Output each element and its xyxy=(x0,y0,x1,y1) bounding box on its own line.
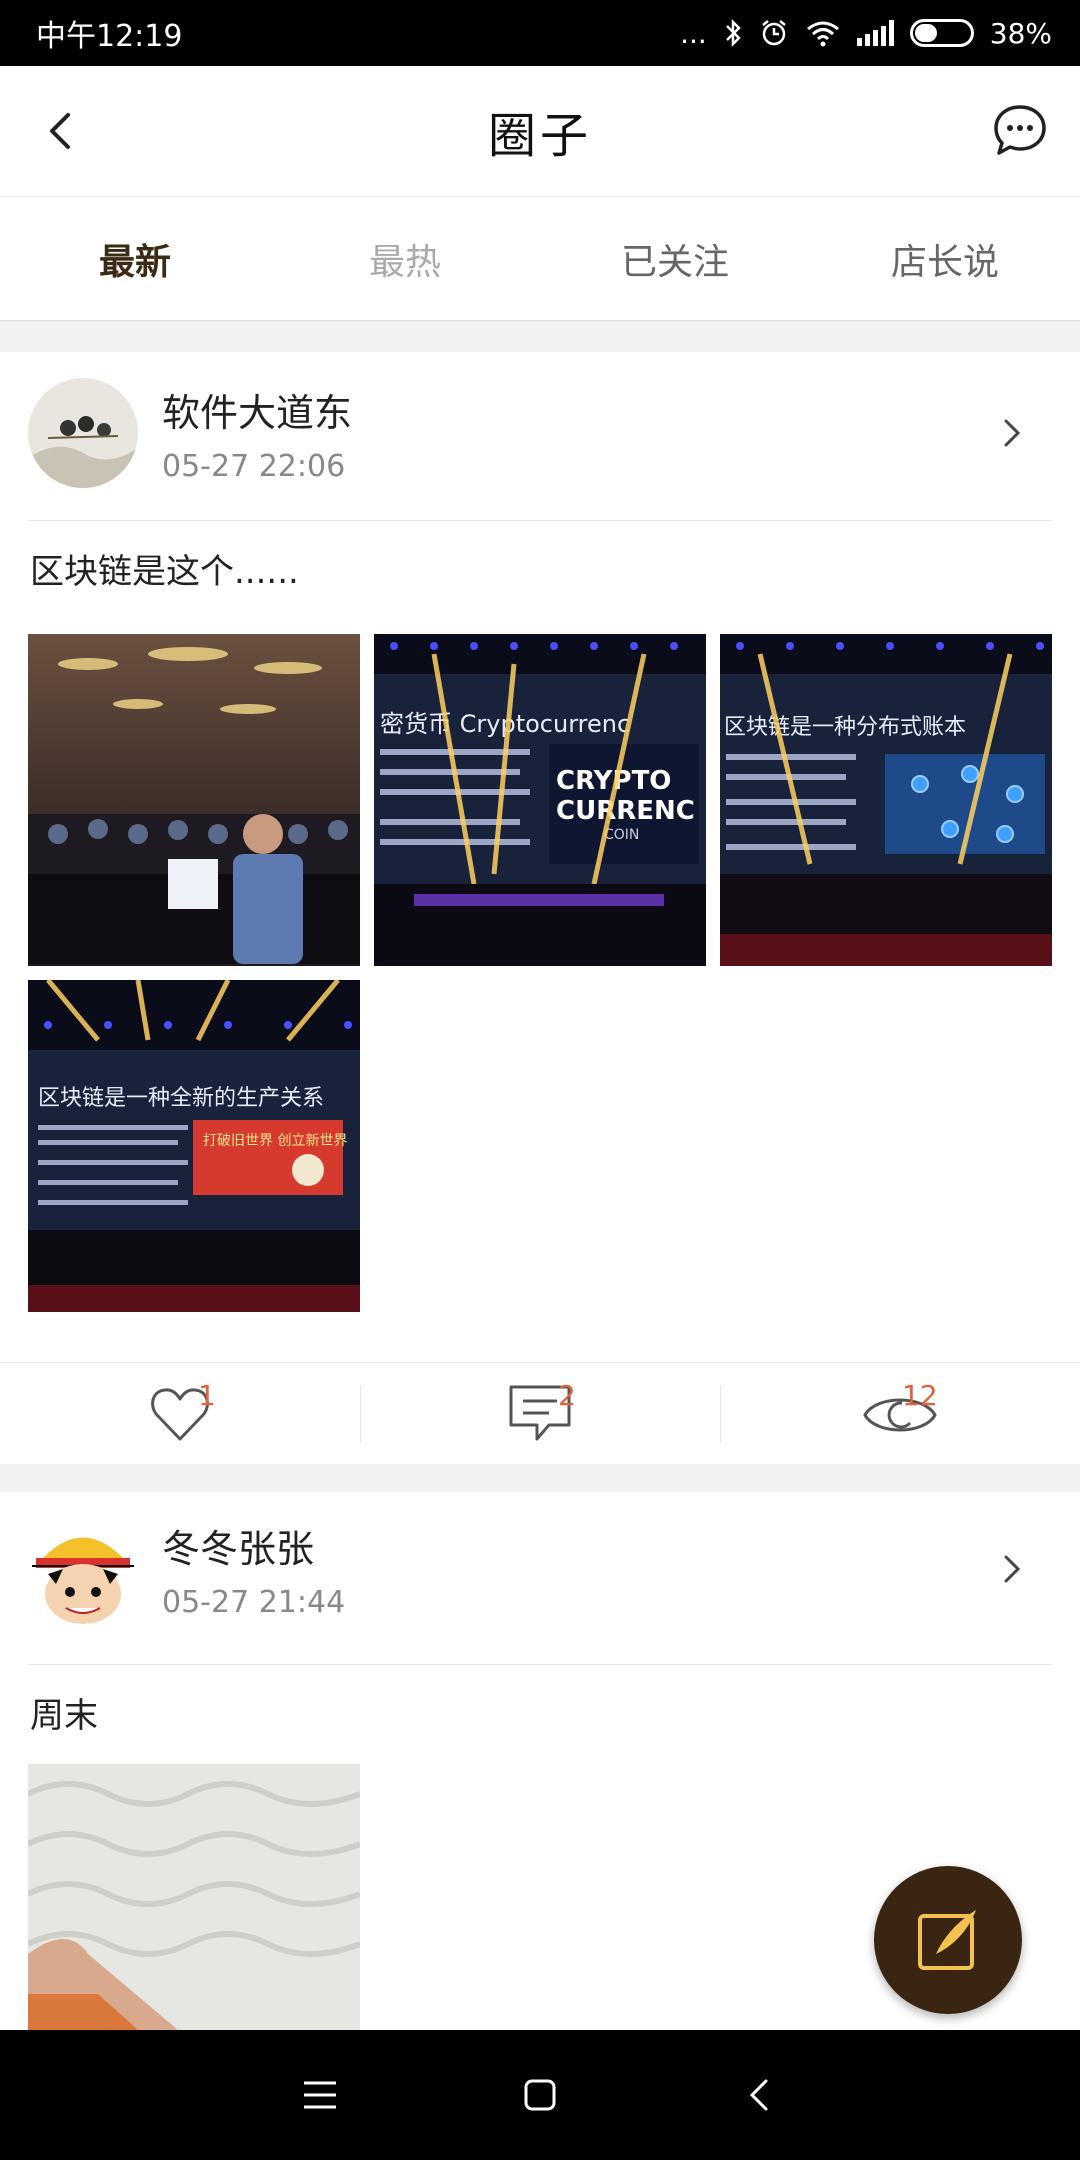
image-text-coin: COIN xyxy=(604,827,639,843)
author-name: 冬冬张张 xyxy=(162,1527,315,1571)
comment-count: 2 xyxy=(558,1379,576,1412)
post-card: 软件大道东 05-27 22:06 区块链是这个...... 密货币 Crypt… xyxy=(0,352,1080,1464)
author-name: 软件大道东 xyxy=(162,391,353,435)
tab-bar: 最新 最热 已关注 店长说 xyxy=(0,196,1080,321)
like-button[interactable]: 1 xyxy=(0,1363,360,1464)
status-time: 中午12:19 xyxy=(36,19,183,54)
back-icon[interactable] xyxy=(30,99,94,163)
menu-icon[interactable] xyxy=(300,2077,340,2113)
chevron-right-icon[interactable] xyxy=(992,1549,1032,1589)
battery-percent: 38% xyxy=(989,16,1052,50)
post-author-row[interactable]: 冬冬张张 05-27 21:44 xyxy=(28,1514,1052,1624)
system-back-icon[interactable] xyxy=(740,2075,780,2115)
avatar[interactable] xyxy=(28,378,138,488)
nav-bar: 圈子 xyxy=(0,66,1080,196)
status-icons: ... 38% xyxy=(680,17,1052,50)
compose-button[interactable] xyxy=(874,1866,1022,2014)
divider xyxy=(28,1664,1052,1665)
compose-icon xyxy=(918,1910,976,1970)
battery-icon xyxy=(909,19,974,47)
post-time: 05-27 21:44 xyxy=(162,1585,346,1620)
wifi-icon xyxy=(806,21,839,47)
post-image[interactable]: 密货币 Cryptocurrenc CRYPTO CURRENC COIN xyxy=(374,634,706,966)
tab-manager-says[interactable]: 店长说 xyxy=(810,197,1080,320)
post-image[interactable] xyxy=(28,1764,360,2030)
post-text: 周末 xyxy=(30,1696,98,1736)
system-nav-bar xyxy=(0,2030,1080,2160)
view-count: 12 xyxy=(902,1379,938,1412)
post-author-row[interactable]: 软件大道东 05-27 22:06 xyxy=(28,378,1052,488)
post-text: 区块链是这个...... xyxy=(30,552,299,592)
message-icon[interactable] xyxy=(990,101,1050,161)
post-image[interactable] xyxy=(28,634,360,966)
chevron-right-icon[interactable] xyxy=(992,413,1032,453)
more-dots-icon: ... xyxy=(680,16,707,50)
bluetooth-icon xyxy=(725,18,741,48)
signal-icon xyxy=(856,20,894,46)
comment-button[interactable]: 2 xyxy=(360,1363,720,1464)
page-title: 圈子 xyxy=(487,108,592,164)
alarm-icon xyxy=(761,20,786,46)
avatar[interactable] xyxy=(28,1514,138,1624)
post-image[interactable]: 区块链是一种全新的生产关系 打破旧世界 创立新世界 xyxy=(28,980,360,1312)
image-caption: 区块链是一种分布式账本 xyxy=(724,715,966,740)
image-caption: 区块链是一种全新的生产关系 xyxy=(38,1086,324,1111)
tab-following[interactable]: 已关注 xyxy=(540,197,810,320)
post-time: 05-27 22:06 xyxy=(162,449,346,484)
like-count: 1 xyxy=(198,1379,216,1412)
tab-latest[interactable]: 最新 xyxy=(0,197,270,320)
divider xyxy=(28,520,1052,521)
tab-hot[interactable]: 最热 xyxy=(270,197,540,320)
image-text-currency: CURRENC xyxy=(556,796,695,826)
status-bar: 中午12:19 ... 38% xyxy=(0,0,1080,66)
poster-text: 打破旧世界 创立新世界 xyxy=(203,1132,347,1149)
home-icon[interactable] xyxy=(520,2075,560,2115)
post-image[interactable]: 区块链是一种分布式账本 xyxy=(720,634,1052,966)
views-indicator[interactable]: 12 xyxy=(720,1363,1080,1464)
post-actions: 1 2 12 xyxy=(0,1362,1080,1464)
